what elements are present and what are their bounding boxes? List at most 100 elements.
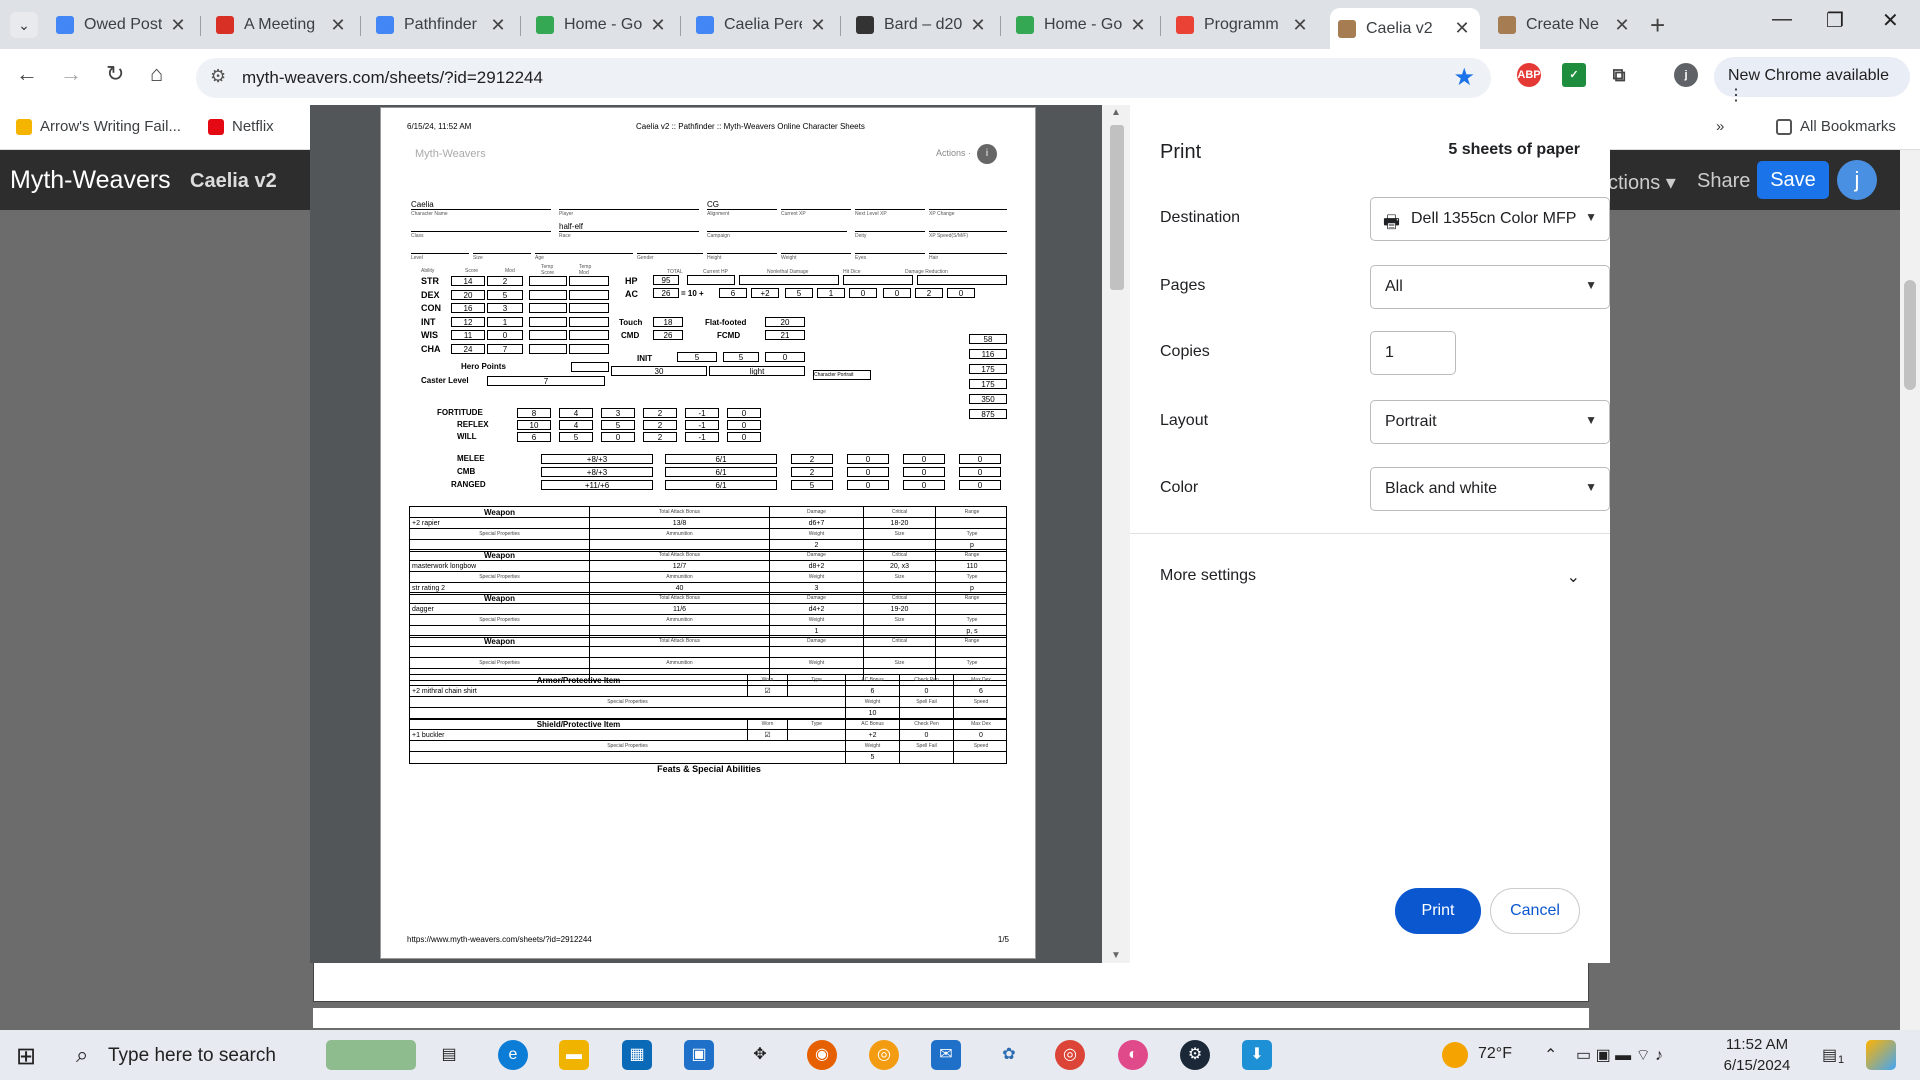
app-icon[interactable]: ⬇ xyxy=(1242,1040,1272,1070)
tab-close-icon[interactable]: ✕ xyxy=(1128,15,1148,36)
browser-tab[interactable]: Caelia Pere ✕ xyxy=(688,8,836,42)
save-value: 0 xyxy=(727,432,761,442)
ability-temp-mod xyxy=(569,343,609,354)
browser-tab[interactable]: Caelia v2 ✕ xyxy=(1330,8,1480,49)
tab-close-icon[interactable]: ✕ xyxy=(328,15,348,36)
reload-button[interactable]: ↻ xyxy=(106,61,124,87)
tab-search-button[interactable]: ⌄ xyxy=(10,12,38,38)
edge-icon[interactable]: e xyxy=(498,1040,528,1070)
layout-select[interactable]: Portrait ▼ xyxy=(1370,400,1610,444)
forward-button[interactable]: → xyxy=(60,61,82,87)
tab-close-icon[interactable]: ✕ xyxy=(968,15,988,36)
adblock-icon[interactable]: ABP xyxy=(1517,63,1541,87)
tab-close-icon[interactable]: ✕ xyxy=(1290,15,1310,36)
town-widget-icon[interactable] xyxy=(326,1040,416,1070)
weather-temp[interactable]: 72°F xyxy=(1478,1045,1512,1063)
check-pen-header: Check Pen xyxy=(900,675,954,686)
scroll-down-icon[interactable]: ▼ xyxy=(1111,950,1121,961)
maximize-button[interactable]: ❐ xyxy=(1826,8,1844,33)
print-button[interactable]: Print xyxy=(1395,888,1481,934)
new-tab-button[interactable]: + xyxy=(1650,10,1665,41)
minimize-button[interactable]: — xyxy=(1772,8,1792,31)
share-button[interactable]: Share xyxy=(1697,170,1750,193)
more-settings-toggle[interactable]: More settings ⌄ xyxy=(1160,567,1580,595)
back-button[interactable]: ← xyxy=(16,61,38,87)
profile-avatar[interactable]: j xyxy=(1674,63,1698,87)
save-button[interactable]: Save xyxy=(1757,161,1829,199)
preview-scrollbar[interactable]: ▲ ▼ xyxy=(1102,105,1130,963)
file-explorer-icon[interactable]: ▬ xyxy=(559,1040,589,1070)
task-view-icon[interactable]: ▤ xyxy=(434,1040,464,1070)
steam-icon[interactable]: ⚙ xyxy=(1180,1040,1210,1070)
checkmark-extension-icon[interactable]: ✓ xyxy=(1562,63,1586,87)
dropbox-icon[interactable]: ✥ xyxy=(745,1040,775,1070)
field-caption: Next Level XP xyxy=(855,211,887,217)
extensions-puzzle-icon[interactable]: ⧉ xyxy=(1607,63,1631,87)
url-text[interactable]: myth-weavers.com/sheets/?id=2912244 xyxy=(242,68,543,88)
tab-close-icon[interactable]: ✕ xyxy=(1452,18,1472,39)
page-scrollbar[interactable] xyxy=(1900,150,1920,1030)
home-button[interactable]: ⌂ xyxy=(150,61,163,87)
field-caption: Alignment xyxy=(707,211,730,217)
copilot-icon[interactable] xyxy=(1866,1040,1896,1070)
tab-close-icon[interactable]: ✕ xyxy=(1612,15,1632,36)
notification-icon[interactable]: ▤ xyxy=(1822,1045,1837,1065)
browser-tab[interactable]: Programm ✕ xyxy=(1168,8,1318,42)
more-bookmarks-icon[interactable]: » xyxy=(1716,118,1724,135)
save-value: 0 xyxy=(727,408,761,418)
browser-tab[interactable]: Home - Go ✕ xyxy=(528,8,676,42)
ac-component: +2 xyxy=(751,288,779,298)
mail-icon[interactable]: ✉ xyxy=(931,1040,961,1070)
weapon-row: masterwork longbow 12/7 d8+2 20, x3 110 xyxy=(410,561,1006,572)
scrollbar-thumb[interactable] xyxy=(1904,280,1916,390)
app-icon[interactable]: ▦ xyxy=(622,1040,652,1070)
site-logo[interactable]: Myth-Weavers xyxy=(10,166,171,195)
browser-tab[interactable]: Owed Post ✕ xyxy=(48,8,196,42)
windows-start-icon[interactable]: ⊞ xyxy=(16,1042,36,1071)
column-header: Critical xyxy=(864,593,936,604)
system-tray-icons[interactable]: ▭ ▣ ▬ ⌔ ♪ xyxy=(1576,1045,1663,1065)
chevron-up-icon[interactable]: ⌃ xyxy=(1544,1045,1557,1065)
tab-close-icon[interactable]: ✕ xyxy=(168,15,188,36)
bookmark-arrows-writing[interactable]: Arrow's Writing Fail... xyxy=(16,118,181,135)
destination-select[interactable]: Dell 1355cn Color MFP 🖶 ▼ xyxy=(1370,197,1610,241)
close-window-button[interactable]: ✕ xyxy=(1882,8,1899,33)
bookmark-star-icon[interactable]: ★ xyxy=(1453,63,1475,92)
site-info-icon[interactable]: ⚙ xyxy=(210,66,226,87)
color-select[interactable]: Black and white ▼ xyxy=(1370,467,1610,511)
app-icon[interactable]: ✿ xyxy=(994,1040,1024,1070)
site-actions-menu[interactable]: ctions ▾ xyxy=(1608,170,1676,195)
taskbar-clock[interactable]: 11:52 AM 6/15/2024 xyxy=(1712,1034,1802,1076)
new-chrome-available-button[interactable]: New Chrome available ⋮ xyxy=(1714,57,1910,104)
app-icon[interactable]: ◐ xyxy=(1118,1040,1148,1070)
browser-tab[interactable]: Pathfinder ✕ xyxy=(368,8,516,42)
ability-temp-score xyxy=(529,289,567,300)
weather-sun-icon[interactable] xyxy=(1442,1042,1468,1068)
browser-tab[interactable]: Bard – d20 ✕ xyxy=(848,8,996,42)
tab-close-icon[interactable]: ✕ xyxy=(808,15,828,36)
column-header: Critical xyxy=(864,550,936,561)
firefox-icon[interactable]: ◉ xyxy=(807,1040,837,1070)
copies-input[interactable]: 1 xyxy=(1370,331,1456,375)
attack-mod: 2 xyxy=(791,454,833,464)
all-bookmarks-button[interactable]: All Bookmarks xyxy=(1776,118,1896,135)
user-avatar[interactable]: j xyxy=(1837,160,1877,200)
address-bar[interactable]: ⚙ myth-weavers.com/sheets/?id=2912244 ★ xyxy=(196,58,1491,98)
taskbar-search[interactable]: ⌕ Type here to search xyxy=(62,1030,322,1080)
app-icon[interactable]: ◎ xyxy=(869,1040,899,1070)
scroll-up-icon[interactable]: ▲ xyxy=(1111,107,1121,118)
store-icon[interactable]: ▣ xyxy=(684,1040,714,1070)
armor-maxdex: 6 xyxy=(979,688,983,695)
tab-close-icon[interactable]: ✕ xyxy=(648,15,668,36)
cancel-button[interactable]: Cancel xyxy=(1490,888,1580,934)
destination-label: Destination xyxy=(1160,209,1241,226)
browser-tab[interactable]: Home - Go ✕ xyxy=(1008,8,1156,42)
preview-scrollbar-thumb[interactable] xyxy=(1110,125,1124,290)
pages-select[interactable]: All ▼ xyxy=(1370,265,1610,309)
chrome-icon[interactable]: ◎ xyxy=(1055,1040,1085,1070)
ability-temp-mod xyxy=(569,303,609,313)
tab-close-icon[interactable]: ✕ xyxy=(488,15,508,36)
browser-tab[interactable]: Create Ne ✕ xyxy=(1490,8,1640,42)
bookmark-netflix[interactable]: Netflix xyxy=(208,118,274,135)
browser-tab[interactable]: A Meeting ✕ xyxy=(208,8,356,42)
